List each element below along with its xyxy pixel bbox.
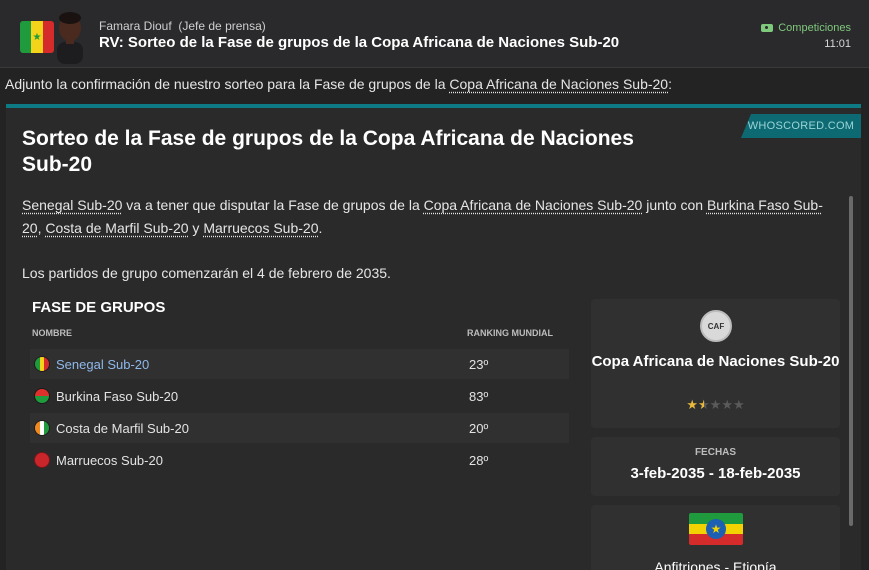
avatar xyxy=(57,12,83,64)
star-icon: ★ xyxy=(686,397,699,412)
dates-label: FECHAS xyxy=(694,447,737,458)
dates-panel: FECHAS 3-feb-2035 - 18-feb-2035 xyxy=(591,437,840,496)
team-link-costa-marfil[interactable]: Costa de Marfil Sub-20 xyxy=(45,220,188,236)
costa-de-marfil-flag-icon xyxy=(34,420,50,436)
team-link-senegal[interactable]: Senegal Sub-20 xyxy=(22,197,122,213)
competition-link[interactable]: Copa Africana de Naciones Sub-20 xyxy=(449,76,668,92)
category-label: Competiciones xyxy=(778,22,851,34)
star-icon: ★ xyxy=(721,397,733,412)
table-row[interactable]: Costa de Marfil Sub-20 20º xyxy=(30,413,569,443)
team-name[interactable]: Burkina Faso Sub-20 xyxy=(56,389,469,404)
category-link[interactable]: Competiciones xyxy=(761,22,851,34)
scrollbar[interactable] xyxy=(849,196,853,526)
sender-name: Famara Diouf xyxy=(99,19,172,33)
ethiopia-flag-icon: ★ xyxy=(689,513,743,545)
intro-prefix: Adjunto la confirmación de nuestro sorte… xyxy=(5,76,450,92)
table-row[interactable]: Senegal Sub-20 23º xyxy=(30,349,569,379)
para-text: va a tener que disputar la Fase de grupo… xyxy=(122,197,424,213)
star-icon: ★ xyxy=(732,397,745,412)
card-paragraph-2: Los partidos de grupo comenzarán el 4 de… xyxy=(22,265,391,281)
star-emblem-icon: ★ xyxy=(706,519,726,539)
para-text: junto con xyxy=(642,197,707,213)
competition-rating: ★★★★★ xyxy=(591,397,840,413)
half-star-icon: ★ xyxy=(698,397,710,412)
star-icon: ★ xyxy=(709,397,722,412)
host-panel[interactable]: ★ Anfitriones - Etiopía xyxy=(591,505,840,570)
brand-badge: WHOSCORED.COM xyxy=(741,114,861,138)
senegal-flag-icon xyxy=(34,356,50,372)
competition-name[interactable]: Copa Africana de Naciones Sub-20 xyxy=(591,352,840,372)
senegal-flag-icon: ★ xyxy=(20,21,54,53)
ticket-icon xyxy=(761,24,774,32)
groups-title: FASE DE GRUPOS xyxy=(32,299,166,316)
marruecos-flag-icon xyxy=(34,452,50,468)
host-label[interactable]: Anfitriones - Etiopía xyxy=(591,559,840,570)
sender-role: (Jefe de prensa) xyxy=(178,19,266,33)
column-header-rank[interactable]: RANKING MUNDIAL xyxy=(467,328,553,338)
competition-link-inline[interactable]: Copa Africana de Naciones Sub-20 xyxy=(424,197,643,213)
intro-suffix: : xyxy=(668,76,672,92)
news-card: WHOSCORED.COM Sorteo de la Fase de grupo… xyxy=(6,104,861,570)
message-time: 11:01 xyxy=(824,38,851,50)
caf-logo-icon: CAF xyxy=(700,310,732,342)
column-header-name[interactable]: NOMBRE xyxy=(32,328,72,338)
table-row[interactable]: Burkina Faso Sub-20 83º xyxy=(30,381,569,411)
para-text: y xyxy=(188,220,204,236)
message-subject: RV: Sorteo de la Fase de grupos de la Co… xyxy=(99,34,620,51)
team-rank: 28º xyxy=(469,452,489,468)
team-rank: 83º xyxy=(469,388,489,404)
dates-value: 3-feb-2035 - 18-feb-2035 xyxy=(630,465,801,482)
para-text: . xyxy=(318,220,323,236)
team-rank: 23º xyxy=(469,356,489,372)
team-name[interactable]: Senegal Sub-20 xyxy=(56,357,469,372)
team-rank: 20º xyxy=(469,420,489,436)
team-name[interactable]: Costa de Marfil Sub-20 xyxy=(56,421,469,436)
competition-panel[interactable]: CAF Copa Africana de Naciones Sub-20 ★★★… xyxy=(591,299,840,428)
card-title: Sorteo de la Fase de grupos de la Copa A… xyxy=(22,127,634,176)
team-name[interactable]: Marruecos Sub-20 xyxy=(56,453,469,468)
intro-text: Adjunto la confirmación de nuestro sorte… xyxy=(5,76,672,92)
burkina-faso-flag-icon xyxy=(34,388,50,404)
team-link-marruecos[interactable]: Marruecos Sub-20 xyxy=(203,220,318,236)
message-header: ★ Famara Diouf (Jefe de prensa) RV: Sort… xyxy=(0,0,869,68)
table-row[interactable]: Marruecos Sub-20 28º xyxy=(30,445,569,475)
card-paragraph-1: Senegal Sub-20 va a tener que disputar l… xyxy=(22,194,832,240)
sender: Famara Diouf (Jefe de prensa) xyxy=(99,19,266,33)
